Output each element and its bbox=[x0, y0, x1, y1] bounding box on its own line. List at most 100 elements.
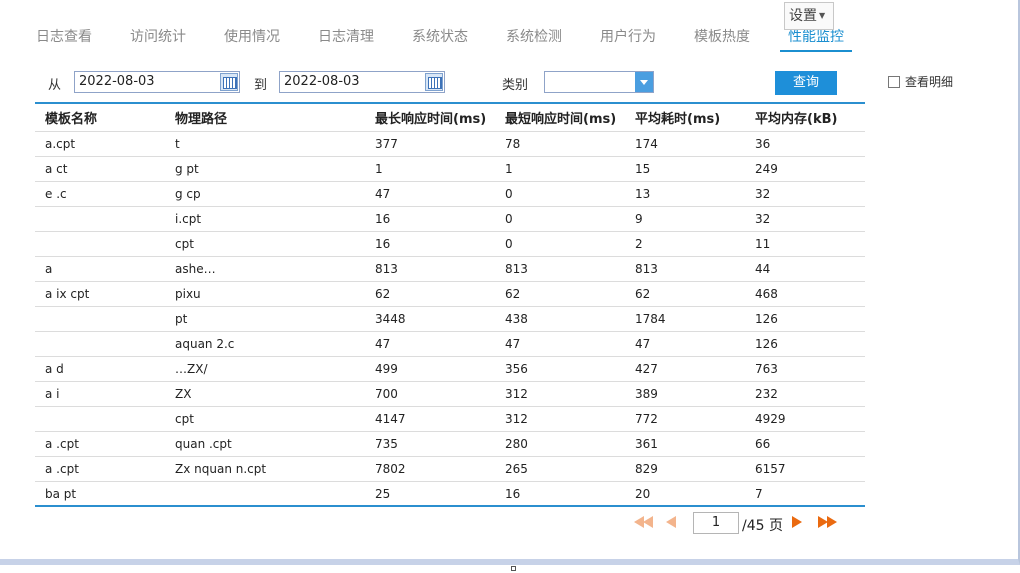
cell-min-response: 62 bbox=[505, 287, 521, 301]
cell-physical-path: t bbox=[175, 137, 180, 151]
filter-bar: 从 2022-08-03 到 2022-08-03 类别 查询 查看明细 bbox=[0, 70, 1020, 95]
tab-system-check[interactable]: 系统检测 bbox=[498, 22, 570, 52]
cell-physical-path: pt bbox=[175, 312, 188, 326]
detail-checkbox[interactable] bbox=[888, 75, 900, 88]
category-label: 类别 bbox=[502, 78, 529, 93]
cell-min-response: 312 bbox=[505, 387, 528, 401]
from-date-input[interactable]: 2022-08-03 bbox=[74, 71, 240, 93]
cell-avg-memory: 32 bbox=[755, 187, 771, 201]
cell-min-response: 813 bbox=[505, 262, 528, 276]
dropdown-arrow-icon[interactable] bbox=[635, 72, 653, 92]
query-button[interactable]: 查询 bbox=[775, 71, 837, 95]
cell-template-name: e .c bbox=[45, 187, 67, 201]
cell-avg-time: 361 bbox=[635, 437, 658, 451]
table-row[interactable]: a ix cpt pixu 62 62 62 468 bbox=[35, 282, 865, 307]
calendar-icon[interactable] bbox=[220, 73, 238, 91]
to-label: 到 bbox=[254, 78, 268, 93]
cell-min-response: 312 bbox=[505, 412, 528, 426]
cell-avg-time: 1784 bbox=[635, 312, 666, 326]
tab-template-heat[interactable]: 模板热度 bbox=[686, 22, 758, 52]
cell-template-name bbox=[45, 407, 170, 431]
cell-template-name: a ix cpt bbox=[45, 287, 90, 301]
cell-avg-time: 829 bbox=[635, 462, 658, 476]
cell-template-name: a d bbox=[45, 362, 64, 376]
app-frame: 日志查看 访问统计 使用情况 日志清理 系统状态 系统检测 用户行为 模板热度 … bbox=[0, 0, 1020, 565]
cell-min-response: 356 bbox=[505, 362, 528, 376]
table-row[interactable]: a .cpt quan .cpt 735 280 361 66 bbox=[35, 432, 865, 457]
calendar-icon[interactable] bbox=[425, 73, 443, 91]
cell-max-response: 700 bbox=[375, 387, 398, 401]
cell-avg-time: 813 bbox=[635, 262, 658, 276]
cell-max-response: 47 bbox=[375, 337, 391, 351]
table-row[interactable]: a ct g pt 1 1 15 249 bbox=[35, 157, 865, 182]
cell-min-response: 1 bbox=[505, 162, 513, 176]
table-row[interactable]: a i ZX 700 312 389 232 bbox=[35, 382, 865, 407]
column-header-physical-path[interactable]: 物理路径 bbox=[175, 104, 370, 131]
cell-max-response: 16 bbox=[375, 212, 391, 226]
resize-handle[interactable] bbox=[511, 566, 516, 571]
cell-min-response: 47 bbox=[505, 337, 521, 351]
from-label: 从 bbox=[48, 78, 62, 93]
table-row[interactable]: i.cpt 16 0 9 32 bbox=[35, 207, 865, 232]
table-row[interactable]: e .c g cp 47 0 13 32 bbox=[35, 182, 865, 207]
cell-avg-memory: 32 bbox=[755, 212, 771, 226]
cell-physical-path: …ZX/ bbox=[175, 362, 208, 376]
cell-avg-memory: 44 bbox=[755, 262, 771, 276]
tab-usage[interactable]: 使用情况 bbox=[216, 22, 288, 52]
column-header-avg-memory[interactable]: 平均内存(kB) bbox=[755, 104, 860, 131]
cell-max-response: 377 bbox=[375, 137, 398, 151]
table-row[interactable]: aquan 2.c 47 47 47 126 bbox=[35, 332, 865, 357]
view-detail-toggle[interactable]: 查看明细 bbox=[888, 73, 953, 90]
cell-template-name bbox=[45, 332, 170, 356]
cell-avg-time: 47 bbox=[635, 337, 651, 351]
cell-min-response: 265 bbox=[505, 462, 528, 476]
cell-avg-time: 389 bbox=[635, 387, 658, 401]
to-date-input[interactable]: 2022-08-03 bbox=[279, 71, 445, 93]
cell-physical-path: ZX bbox=[175, 387, 192, 401]
column-header-max-response[interactable]: 最长响应时间(ms) bbox=[375, 104, 500, 131]
prev-page-icon[interactable] bbox=[666, 516, 676, 528]
category-select[interactable] bbox=[544, 71, 654, 93]
cell-template-name: a i bbox=[45, 387, 60, 401]
table-row[interactable]: pt 3448 438 1784 126 bbox=[35, 307, 865, 332]
cell-avg-time: 20 bbox=[635, 486, 651, 501]
next-page-icon[interactable] bbox=[792, 516, 802, 528]
performance-table: 模板名称 物理路径 最长响应时间(ms) 最短响应时间(ms) 平均耗时(ms)… bbox=[35, 102, 865, 507]
tab-system-status[interactable]: 系统状态 bbox=[404, 22, 476, 52]
page-number-input[interactable]: 1 bbox=[693, 512, 739, 534]
cell-avg-memory: 126 bbox=[755, 337, 778, 351]
cell-min-response: 78 bbox=[505, 137, 521, 151]
tab-visit-stats[interactable]: 访问统计 bbox=[122, 22, 194, 52]
column-header-template-name[interactable]: 模板名称 bbox=[45, 104, 170, 131]
cell-avg-memory: 36 bbox=[755, 137, 771, 151]
cell-avg-time: 9 bbox=[635, 212, 643, 226]
cell-template-name bbox=[45, 307, 170, 331]
table-row[interactable]: a .cpt Zx nquan n.cpt 7802 265 829 6157 bbox=[35, 457, 865, 482]
tab-bar: 日志查看 访问统计 使用情况 日志清理 系统状态 系统检测 用户行为 模板热度 … bbox=[20, 22, 852, 52]
column-header-min-response[interactable]: 最短响应时间(ms) bbox=[505, 104, 630, 131]
table-row[interactable]: a ashe… 813 813 813 44 bbox=[35, 257, 865, 282]
cell-avg-memory: 7 bbox=[755, 486, 763, 501]
cell-min-response: 280 bbox=[505, 437, 528, 451]
cell-max-response: 4147 bbox=[375, 412, 406, 426]
cell-min-response: 438 bbox=[505, 312, 528, 326]
table-row[interactable]: a d …ZX/499 356 427 763 bbox=[35, 357, 865, 382]
cell-physical-path: ashe… bbox=[175, 262, 216, 276]
tab-log-cleanup[interactable]: 日志清理 bbox=[310, 22, 382, 52]
table-row[interactable]: ba pt 25 16 20 7 bbox=[35, 482, 865, 507]
cell-avg-time: 427 bbox=[635, 362, 658, 376]
cell-physical-path: pixu bbox=[175, 287, 201, 301]
cell-physical-path: i.cpt bbox=[175, 212, 202, 226]
settings-dropdown[interactable]: 设置 ▼ bbox=[784, 2, 834, 30]
table-row[interactable]: a.cpt t 377 78 174 36 bbox=[35, 132, 865, 157]
tab-user-behavior[interactable]: 用户行为 bbox=[592, 22, 664, 52]
table-row[interactable]: cpt 4147 312 772 4929 bbox=[35, 407, 865, 432]
tab-log-view[interactable]: 日志查看 bbox=[28, 22, 100, 52]
cell-avg-memory: 11 bbox=[755, 237, 771, 251]
cell-max-response: 1 bbox=[375, 162, 383, 176]
pagination: 1 /45 页 bbox=[632, 512, 852, 534]
cell-max-response: 813 bbox=[375, 262, 398, 276]
column-header-avg-time[interactable]: 平均耗时(ms) bbox=[635, 104, 750, 131]
table-row[interactable]: cpt 16 0 2 11 bbox=[35, 232, 865, 257]
cell-template-name: a .cpt bbox=[45, 437, 79, 451]
